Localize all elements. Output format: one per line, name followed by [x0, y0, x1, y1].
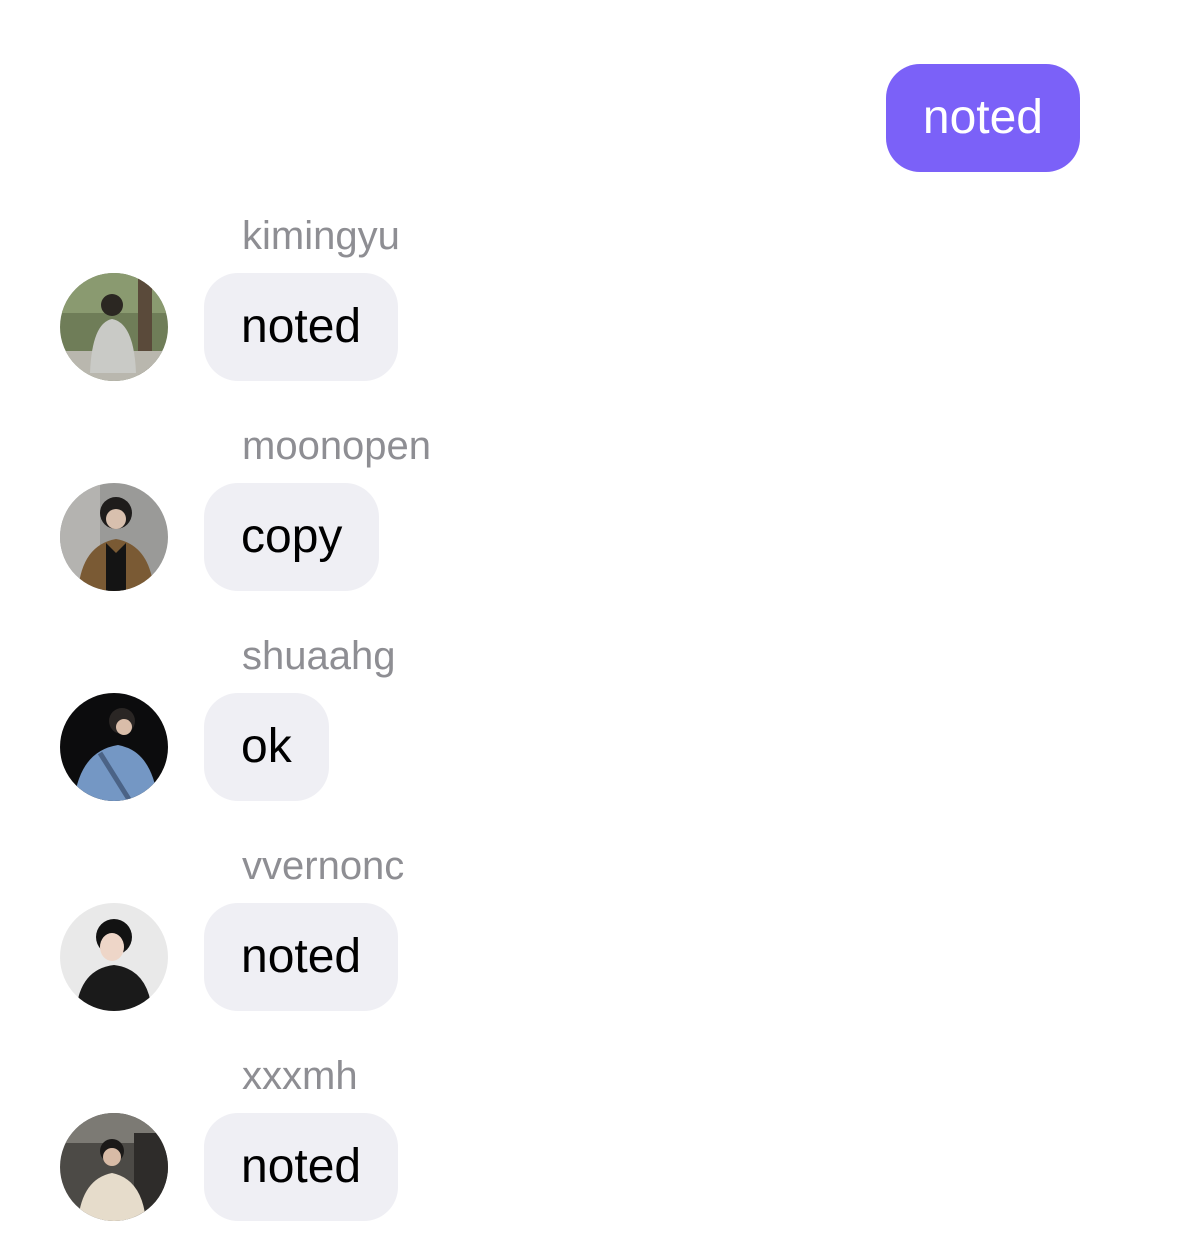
chat-thread: noted kimingyu noted moonopen copy shuaa… [0, 0, 1189, 1255]
message-group-vvernonc: vvernonc noted [0, 844, 1189, 1024]
avatar[interactable] [60, 273, 168, 381]
sender-name: vvernonc [242, 844, 405, 888]
message-group-shuaahg: shuaahg ok [0, 634, 1189, 814]
avatar[interactable] [60, 693, 168, 801]
sender-name: kimingyu [242, 214, 400, 258]
sender-name: shuaahg [242, 634, 396, 678]
incoming-message-bubble[interactable]: copy [204, 483, 380, 591]
sender-name: xxxmh [242, 1054, 358, 1098]
incoming-message-bubble[interactable]: ok [204, 693, 329, 801]
message-group-xxxmh: xxxmh noted [0, 1054, 1189, 1234]
incoming-message-bubble[interactable]: noted [204, 273, 399, 381]
message-group-kimingyu: kimingyu noted [0, 214, 1189, 394]
incoming-message-bubble[interactable]: noted [204, 903, 399, 1011]
avatar[interactable] [60, 483, 168, 591]
incoming-message-bubble[interactable]: noted [204, 1113, 399, 1221]
avatar[interactable] [60, 1113, 168, 1221]
message-group-moonopen: moonopen copy [0, 424, 1189, 604]
sender-name: moonopen [242, 424, 432, 468]
outgoing-message-bubble[interactable]: noted [885, 64, 1080, 172]
avatar[interactable] [60, 903, 168, 1011]
